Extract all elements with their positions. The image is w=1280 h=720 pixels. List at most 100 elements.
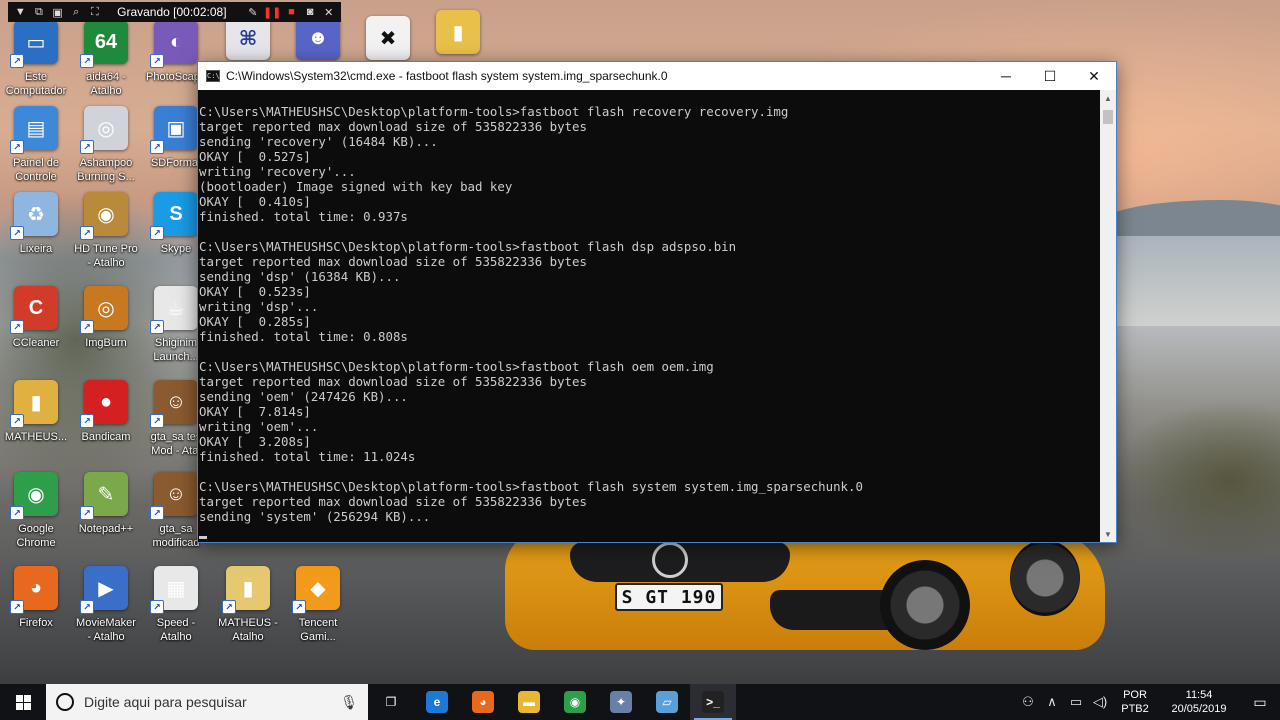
desktop-icon-ashampoo[interactable]: ◎ ↗ Ashampoo Burning S... (70, 106, 142, 192)
camera-icon[interactable]: ◙ (304, 5, 317, 19)
console-line: target reported max download size of 535… (199, 494, 587, 509)
shortcut-arrow-icon: ↗ (80, 320, 94, 334)
chevron-up-icon[interactable]: ∧ (1040, 694, 1064, 710)
search-placeholder[interactable]: Digite aqui para pesquisar (84, 694, 330, 710)
cmd-body[interactable]: C:\Users\MATHEUSHSC\Desktop\platform-too… (198, 90, 1116, 542)
language-indicator[interactable]: POR PTB2 (1118, 688, 1152, 716)
desktop-icon-lixeira[interactable]: ♻ ↗ Lixeira (0, 192, 72, 278)
cmd-titlebar[interactable]: C:\ C:\Windows\System32\cmd.exe - fastbo… (198, 62, 1116, 90)
desktop-icon-label: Ashampoo Burning S... (77, 157, 135, 183)
desktop-icon-chrome[interactable]: ◉ ↗ Google Chrome (0, 472, 72, 558)
desktop-icon-firefox[interactable]: ◕ ↗ Firefox (0, 566, 72, 652)
desktop-icon-matheus2[interactable]: ▮ ↗ MATHEUS - Atalho (212, 566, 284, 652)
shortcut-arrow-icon: ↗ (10, 54, 24, 68)
taskbar-app-cmd[interactable]: >_ (690, 684, 736, 720)
taskbar-app-explorer[interactable]: ▬ (506, 684, 552, 720)
scrollbar-thumb[interactable] (1103, 110, 1113, 124)
start-button[interactable] (0, 684, 46, 720)
desktop-icon-label: Bandicam (81, 431, 131, 443)
console-line: C:\Users\MATHEUSHSC\Desktop\platform-too… (199, 359, 714, 374)
shortcut-arrow-icon: ↗ (150, 600, 164, 614)
ashampoo-icon: ◎ ↗ (80, 106, 128, 154)
gamepad-icon: ⌘ (226, 16, 270, 60)
console-line: finished. total time: 0.808s (199, 329, 408, 344)
pencil-icon[interactable]: ✎ (247, 5, 260, 19)
dropdown-arrow-icon[interactable]: ▼ (14, 5, 27, 19)
desktop-icon-bandicam[interactable]: ● ↗ Bandicam (70, 380, 142, 466)
console-output[interactable]: C:\Users\MATHEUSHSC\Desktop\platform-too… (198, 90, 1102, 542)
console-line: sending 'system' (256294 KB)... (199, 509, 431, 524)
scroll-up-arrow-icon[interactable]: ▲ (1100, 90, 1116, 106)
desktop-icon-tencent[interactable]: ◆ ↗ Tencent Gami... (282, 566, 354, 652)
desktop-icon-speed[interactable]: ▦ ↗ Speed - Atalho (140, 566, 212, 652)
control-panel-icon: ▤ ↗ (10, 106, 58, 154)
cmd-icon: >_ (702, 691, 724, 713)
desktop-icon-label: HD Tune Pro - Atalho (74, 243, 138, 269)
discord-icon: ☻ (296, 16, 340, 60)
desktop-icon-este-computador[interactable]: ▭ ↗ Este Computador (0, 20, 72, 106)
cortana-icon (56, 693, 74, 711)
scroll-down-arrow-icon[interactable]: ▼ (1100, 526, 1116, 542)
shortcut-arrow-icon: ↗ (80, 414, 94, 428)
firefox-icon: ◕ (472, 691, 494, 713)
stop-icon[interactable]: ■ (285, 5, 298, 19)
console-line: OKAY [ 0.410s] (199, 194, 311, 209)
shortcut-arrow-icon: ↗ (292, 600, 306, 614)
taskbar-app-task-view[interactable]: ❐ (368, 684, 414, 720)
desktop-icon-matheus1[interactable]: ▮ ↗ MATHEUS... (0, 380, 72, 466)
console-line: target reported max download size of 535… (199, 374, 587, 389)
taskbar-app-app6[interactable]: ▱ (644, 684, 690, 720)
vertical-scrollbar[interactable]: ▲ ▼ (1100, 90, 1116, 542)
desktop-icon-label: Painel de Controle (13, 157, 59, 183)
chrome-icon: ◉ (564, 691, 586, 713)
desktop-icon-notepadpp[interactable]: ✎ ↗ Notepad++ (70, 472, 142, 558)
taskbar-app-edge[interactable]: e (414, 684, 460, 720)
window-mode-icon[interactable]: ⧉ (33, 5, 46, 19)
car-license-plate: S GT 190 (615, 583, 723, 611)
network-icon[interactable]: ▭ (1064, 694, 1088, 710)
aida64-icon: 64 ↗ (80, 20, 128, 68)
cmd-window[interactable]: C:\ C:\Windows\System32\cmd.exe - fastbo… (197, 61, 1117, 543)
notification-center-icon[interactable]: ▭ (1240, 684, 1280, 720)
desktop-icon-aida64[interactable]: 64 ↗ aida64 - Atalho (70, 20, 142, 106)
crop-icon[interactable]: ⛶ (89, 5, 102, 19)
photoscape-icon: ◐ ↗ (150, 20, 198, 68)
desktop-icon-label: ImgBurn (85, 337, 127, 349)
people-icon[interactable]: ⚇ (1016, 694, 1040, 710)
clock[interactable]: 11:54 20/05/2019 (1166, 688, 1232, 716)
shortcut-arrow-icon: ↗ (150, 54, 164, 68)
notepadpp-icon: ✎ ↗ (80, 472, 128, 520)
system-tray: ⚇ ∧ ▭ ◁) POR PTB2 11:54 20/05/2019 ▭ (1016, 684, 1280, 720)
close-button[interactable]: ✕ (1072, 62, 1116, 90)
desktop-icon-painel[interactable]: ▤ ↗ Painel de Controle (0, 106, 72, 192)
taskbar-app-chrome[interactable]: ◉ (552, 684, 598, 720)
console-line: writing 'oem'... (199, 419, 319, 434)
desktop-icon-label: Notepad++ (78, 523, 134, 535)
desktop-icon-label: Firefox (19, 617, 53, 629)
desktop-icon-label: Lixeira (19, 243, 53, 255)
taskbar-app-firefox[interactable]: ◕ (460, 684, 506, 720)
desktop-icon-moviemaker[interactable]: ▶ ↗ MovieMaker - Atalho (70, 566, 142, 652)
volume-icon[interactable]: ◁) (1088, 694, 1112, 710)
recycle-bin-icon: ♻ ↗ (10, 192, 58, 240)
close-icon[interactable]: ✕ (322, 5, 335, 19)
car-wheel-front (880, 560, 970, 650)
console-line: sending 'recovery' (16484 KB)... (199, 134, 438, 149)
desktop-icon-hdtune[interactable]: ◉ ↗ HD Tune Pro - Atalho (70, 192, 142, 278)
console-line: sending 'oem' (247426 KB)... (199, 389, 408, 404)
zoom-icon[interactable]: ⌕ (70, 5, 83, 19)
sdformatter-icon: ▣ ↗ (150, 106, 198, 154)
pause-icon[interactable]: ❚❚ (263, 5, 281, 19)
console-line: OKAY [ 0.285s] (199, 314, 311, 329)
microphone-icon[interactable]: 🎙 (340, 694, 358, 711)
gta-icon: ☺ ↗ (150, 380, 198, 428)
maximize-button[interactable]: ☐ (1028, 62, 1072, 90)
taskbar-search[interactable]: Digite aqui para pesquisar 🎙 (46, 684, 368, 720)
desktop-icon-ccleaner[interactable]: C ↗ CCleaner (0, 286, 72, 372)
desktop-icon-imgburn[interactable]: ◎ ↗ ImgBurn (70, 286, 142, 372)
minimize-button[interactable]: ─ (984, 62, 1028, 90)
taskbar-app-app5[interactable]: ✦ (598, 684, 644, 720)
user-folder-icon: ▮ ↗ (10, 380, 58, 428)
fullscreen-icon[interactable]: ▣ (51, 5, 64, 19)
gta-icon: ☺ ↗ (150, 472, 198, 520)
